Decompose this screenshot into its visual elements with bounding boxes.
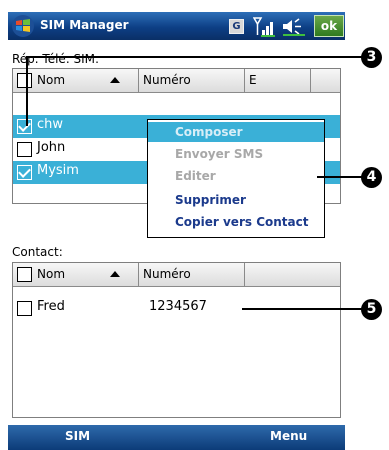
sort-ascending-icon (110, 271, 120, 277)
extra-header-label: E (249, 73, 257, 87)
sim-list-header: Nom Numéro E (13, 69, 340, 93)
signal-strength-icon[interactable] (253, 16, 277, 37)
extra-column-header[interactable]: E (245, 69, 311, 92)
number-column-header[interactable]: Numéro (139, 263, 245, 286)
number-header-label: Numéro (143, 73, 191, 87)
menu-item-composer[interactable]: Composer (148, 122, 324, 142)
row-checkbox[interactable] (17, 301, 32, 316)
name-column-header[interactable]: Nom (13, 263, 139, 286)
ok-button[interactable]: ok (314, 15, 344, 37)
contact-name: Fred (37, 299, 65, 314)
menu-softkey[interactable]: Menu (270, 429, 307, 443)
contact-number: 1234567 (149, 299, 207, 314)
menu-item-envoyer-sms[interactable]: Envoyer SMS (148, 144, 324, 164)
phone-contact-list: Nom Numéro Fred 1234567 (12, 262, 341, 418)
name-column-header[interactable]: Nom (13, 69, 139, 92)
menu-item-supprimer[interactable]: Supprimer (148, 190, 324, 210)
row-checkbox[interactable] (17, 119, 32, 134)
row-checkbox[interactable] (17, 142, 32, 157)
context-menu: Composer Envoyer SMS Editer Supprimer Co… (147, 119, 325, 238)
gprs-g-icon[interactable]: G (229, 19, 244, 34)
contact-name: Mysim (37, 163, 79, 178)
name-header-label: Nom (37, 267, 66, 281)
number-header-label: Numéro (143, 267, 191, 281)
contact-name: chw (37, 117, 64, 132)
row-checkbox[interactable] (17, 165, 32, 180)
callout-3-line (26, 56, 365, 58)
sim-manager-screen: SIM Manager G ok Rép. Télé. SIM: Nom Num… (8, 0, 345, 450)
sort-ascending-icon (110, 77, 120, 83)
menu-item-copier-vers-contact[interactable]: Copier vers Contact (148, 212, 324, 232)
name-header-label: Nom (37, 73, 66, 87)
contact-name: John (37, 140, 66, 155)
select-all-checkbox[interactable] (17, 267, 32, 282)
callout-5-line (242, 308, 365, 310)
callout-5-badge: 5 (361, 299, 382, 320)
app-title: SIM Manager (40, 18, 129, 32)
contact-list-header: Nom Numéro (13, 263, 340, 287)
callout-3-leader (26, 56, 28, 126)
sim-softkey[interactable]: SIM (65, 429, 90, 443)
number-column-header[interactable]: Numéro (139, 69, 245, 92)
title-bar: SIM Manager G ok (8, 12, 345, 40)
softkey-bar: SIM Menu (8, 425, 345, 450)
windows-start-icon[interactable] (11, 14, 35, 38)
menu-item-editer[interactable]: Editer (148, 166, 324, 186)
callout-4-line (317, 176, 365, 178)
contact-section-label: Contact: (12, 245, 63, 259)
select-all-checkbox[interactable] (17, 73, 32, 88)
callout-3-badge: 3 (361, 47, 382, 68)
callout-4-badge: 4 (361, 167, 382, 188)
volume-icon[interactable] (281, 17, 307, 36)
